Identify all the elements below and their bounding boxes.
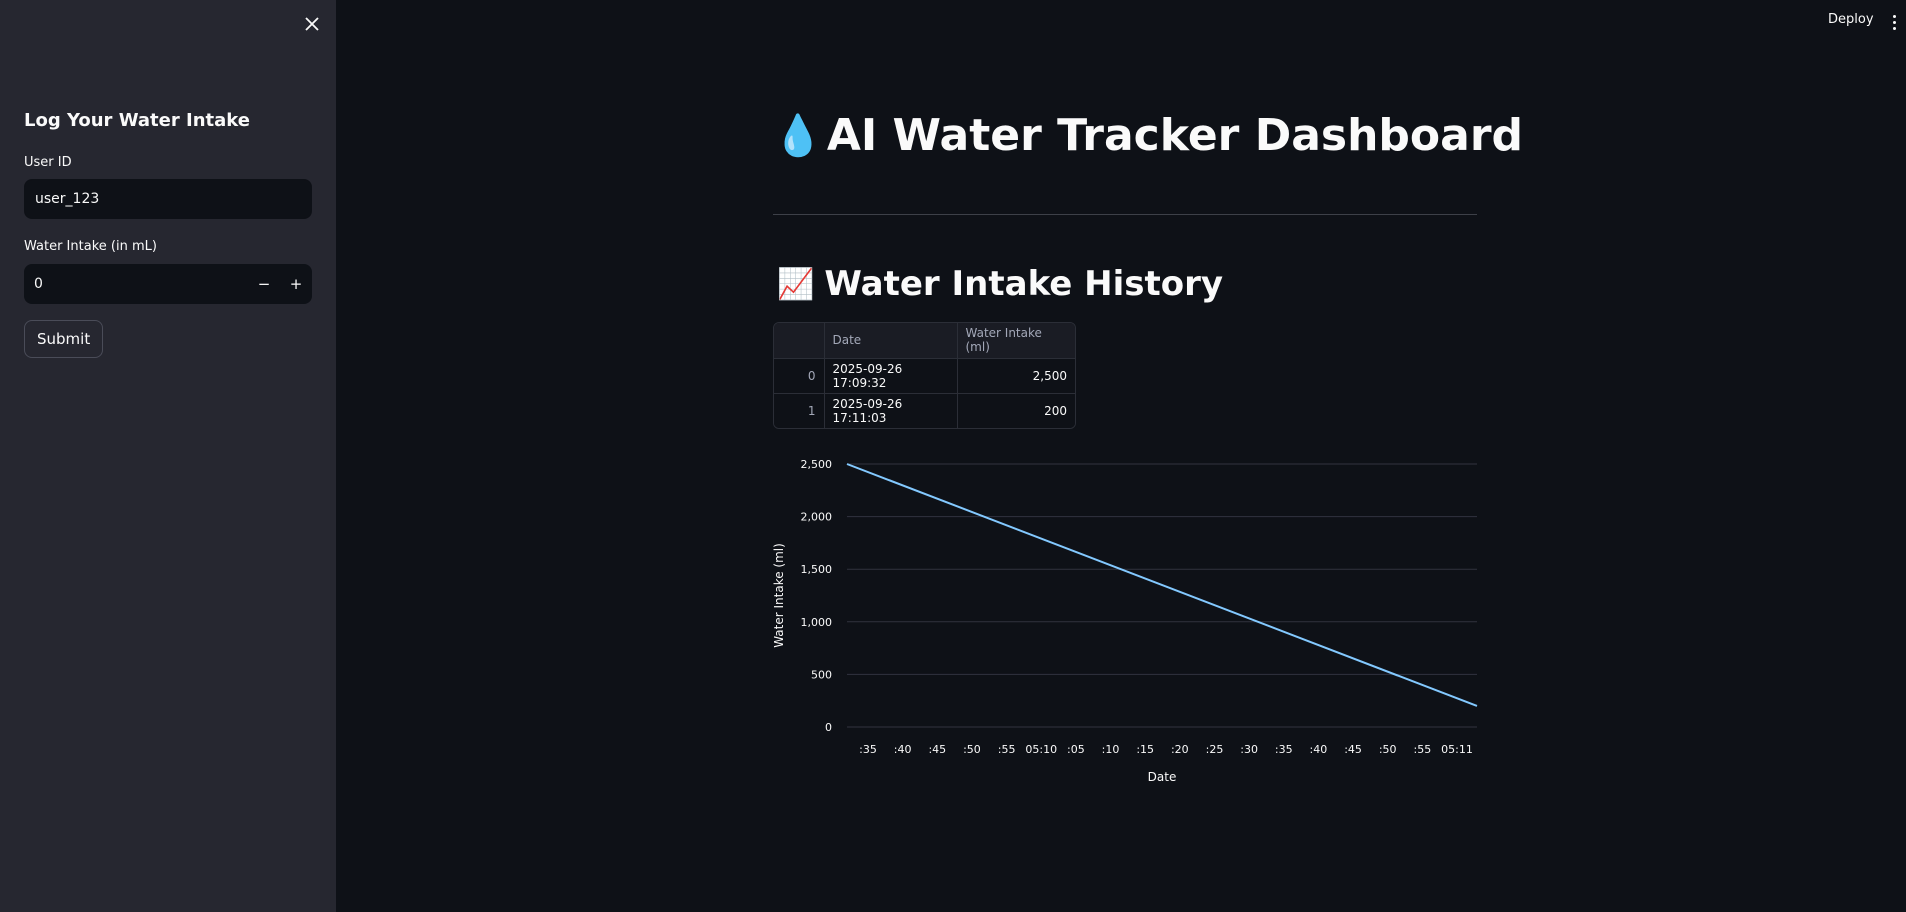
x-tick-label: :55 <box>998 743 1016 756</box>
x-tick-label: :45 <box>928 743 946 756</box>
x-tick-label: 05:11 <box>1441 743 1473 756</box>
x-tick-label: :40 <box>1310 743 1328 756</box>
x-tick-label: :35 <box>859 743 877 756</box>
x-tick-label: 05:10 <box>1025 743 1057 756</box>
page-title: 💧 AI Water Tracker Dashboard <box>773 110 1523 161</box>
app: Log Your Water Intake User ID user_123 W… <box>0 0 1906 912</box>
x-tick-label: :20 <box>1171 743 1189 756</box>
row-intake[interactable]: 200 <box>957 393 1075 428</box>
close-sidebar-button[interactable] <box>300 12 324 36</box>
row-date[interactable]: 2025-09-26 17:11:03 <box>824 393 958 428</box>
row-date[interactable]: 2025-09-26 17:09:32 <box>824 358 958 394</box>
x-tick-label: :40 <box>894 743 912 756</box>
water-intake-input[interactable]: 0 − + <box>24 264 312 304</box>
x-tick-label: :30 <box>1240 743 1258 756</box>
x-tick-label: :05 <box>1067 743 1085 756</box>
y-tick-label: 2,000 <box>801 511 833 524</box>
chart-increasing-icon: 📈 <box>777 266 815 302</box>
x-tick-label: :15 <box>1136 743 1154 756</box>
x-axis-label: Date <box>1148 770 1177 784</box>
user-id-input[interactable]: user_123 <box>24 179 312 219</box>
history-table[interactable]: Date Water Intake (ml) 0 2025-09-26 17:0… <box>773 322 1076 429</box>
y-tick-label: 2,500 <box>801 458 833 471</box>
water-intake-label: Water Intake (in mL) <box>24 239 157 254</box>
water-intake-value: 0 <box>34 276 43 292</box>
table-header-row: Date Water Intake (ml) <box>774 323 1075 359</box>
x-tick-label: :45 <box>1344 743 1362 756</box>
deploy-button[interactable]: Deploy <box>1828 12 1874 27</box>
user-id-label: User ID <box>24 155 72 170</box>
user-id-value: user_123 <box>35 191 100 207</box>
page-title-text: AI Water Tracker Dashboard <box>826 110 1524 161</box>
y-tick-label: 0 <box>825 721 832 734</box>
row-index: 1 <box>774 393 825 428</box>
x-tick-label: :50 <box>963 743 981 756</box>
increment-button[interactable]: + <box>280 264 312 304</box>
sidebar: Log Your Water Intake User ID user_123 W… <box>0 0 336 912</box>
table-header-date[interactable]: Date <box>824 323 958 359</box>
x-tick-label: :35 <box>1275 743 1293 756</box>
x-tick-label: :50 <box>1379 743 1397 756</box>
main-menu-button[interactable] <box>1890 12 1898 32</box>
y-tick-label: 500 <box>811 668 832 681</box>
table-row: 0 2025-09-26 17:09:32 2,500 <box>774 358 1075 394</box>
close-icon <box>305 17 319 31</box>
water-intake-chart[interactable]: 0 500 1,000 1,500 2,000 2,500 :35 :40 :45 :50 :55 0… <box>770 452 1482 797</box>
x-tick-label: :10 <box>1102 743 1120 756</box>
y-axis-label: Water Intake (ml) <box>772 543 786 648</box>
y-tick-label: 1,500 <box>801 563 833 576</box>
table-row: 1 2025-09-26 17:11:03 200 <box>774 393 1075 428</box>
section-title: 📈 Water Intake History <box>777 264 1223 304</box>
table-header-index <box>774 323 825 359</box>
series-line <box>846 463 1478 707</box>
submit-button[interactable]: Submit <box>24 320 104 358</box>
y-tick-label: 1,000 <box>801 616 833 629</box>
row-index: 0 <box>774 358 825 394</box>
x-tick-label: :25 <box>1206 743 1224 756</box>
table-header-intake[interactable]: Water Intake (ml) <box>957 323 1075 359</box>
divider <box>773 214 1477 215</box>
row-intake[interactable]: 2,500 <box>957 358 1075 394</box>
droplet-icon: 💧 <box>773 113 823 159</box>
x-tick-label: :55 <box>1414 743 1432 756</box>
sidebar-title: Log Your Water Intake <box>24 110 250 131</box>
section-title-text: Water Intake History <box>824 264 1224 304</box>
decrement-button[interactable]: − <box>248 264 280 304</box>
